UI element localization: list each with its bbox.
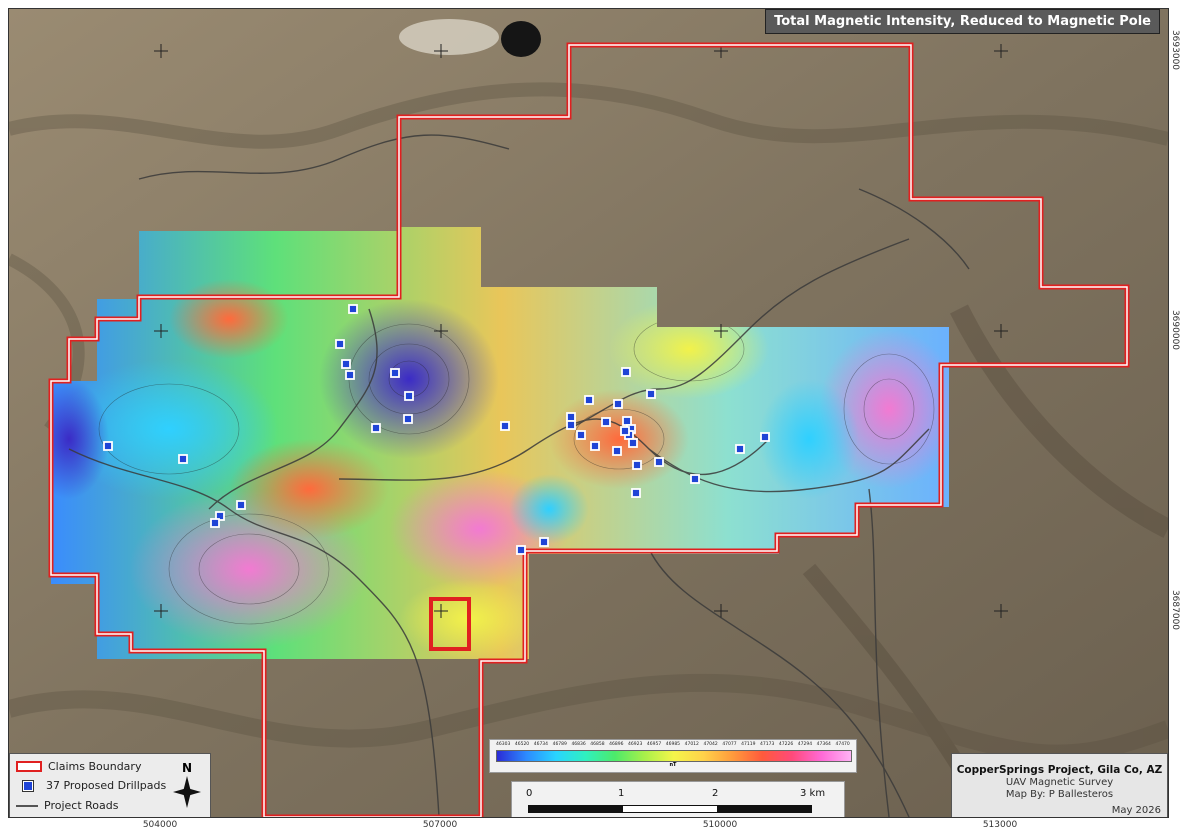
drillpad-marker[interactable] bbox=[631, 488, 641, 498]
easting-label-510000: 510000 bbox=[702, 820, 738, 830]
colorbar-tick: 46896 bbox=[609, 742, 624, 747]
easting-label-504000: 504000 bbox=[142, 820, 178, 830]
drillpad-marker[interactable] bbox=[539, 537, 549, 547]
drillpad-marker[interactable] bbox=[621, 367, 631, 377]
legend: Claims Boundary 37 Proposed Drillpads Pr… bbox=[9, 753, 211, 817]
drillpad-marker[interactable] bbox=[348, 304, 358, 314]
project-title: CopperSprings Project, Gila Co, AZ bbox=[956, 764, 1163, 776]
north-label: N bbox=[182, 761, 192, 775]
legend-roads-label: Project Roads bbox=[44, 799, 119, 812]
drillpad-marker[interactable] bbox=[178, 454, 188, 464]
northing-label-3693000: 3693000 bbox=[1170, 29, 1180, 71]
scale-bar-graphic bbox=[528, 805, 812, 813]
northing-label-3687000: 3687000 bbox=[1170, 589, 1180, 631]
colorbar-tick: 47470 bbox=[835, 742, 850, 747]
drillpad-marker[interactable] bbox=[345, 370, 355, 380]
legend-row-drillpads: 37 Proposed Drillpads bbox=[16, 779, 166, 792]
drillpad-marker[interactable] bbox=[612, 446, 622, 456]
drillpad-marker[interactable] bbox=[103, 441, 113, 451]
drillpad-marker[interactable] bbox=[735, 444, 745, 454]
scale-label-0: 0 bbox=[526, 788, 533, 799]
colorbar-tick: 47042 bbox=[703, 742, 718, 747]
drillpad-marker[interactable] bbox=[646, 389, 656, 399]
drillpad-marker[interactable] bbox=[371, 423, 381, 433]
colorbar-tick: 46985 bbox=[665, 742, 681, 747]
north-arrow-icon: N bbox=[173, 761, 201, 808]
drillpad-marker[interactable] bbox=[690, 474, 700, 484]
colorbar-tick: 46303 bbox=[496, 742, 511, 747]
map-canvas[interactable] bbox=[9, 9, 1168, 817]
tailings bbox=[399, 19, 499, 55]
colorbar-tick: 46836 bbox=[571, 742, 586, 747]
scale-bar: 0 1 2 3 km bbox=[511, 781, 845, 817]
drillpad-marker[interactable] bbox=[620, 426, 630, 436]
colorbar-tick: 46789 bbox=[552, 742, 567, 747]
map-author: Map By: P Ballesteros bbox=[1005, 789, 1114, 800]
colorbar-tick: 46957 bbox=[646, 742, 662, 747]
drillpad-marker[interactable] bbox=[590, 441, 600, 451]
drillpad-marker[interactable] bbox=[613, 399, 623, 409]
map-title: Total Magnetic Intensity, Reduced to Mag… bbox=[765, 9, 1160, 34]
legend-drillpads-label: 37 Proposed Drillpads bbox=[46, 779, 167, 792]
drillpad-marker[interactable] bbox=[335, 339, 345, 349]
colorbar-ticks: 46303 46520 46734 46789 46836 46858 46896 46923… bbox=[496, 742, 850, 747]
drillpad-marker[interactable] bbox=[390, 368, 400, 378]
colorbar-unit: nT bbox=[669, 762, 677, 768]
drillpad-marker[interactable] bbox=[403, 414, 413, 424]
drillpad-marker[interactable] bbox=[760, 432, 770, 442]
scale-label-3: 3 km bbox=[800, 788, 826, 799]
drillpad-marker[interactable] bbox=[566, 412, 576, 422]
drillpad-marker[interactable] bbox=[654, 457, 664, 467]
legend-row-roads: Project Roads bbox=[16, 799, 118, 812]
drillpad-marker[interactable] bbox=[601, 417, 611, 427]
drillpad-marker[interactable] bbox=[516, 545, 526, 555]
drillpad-marker[interactable] bbox=[236, 500, 246, 510]
pit-lake bbox=[501, 21, 541, 57]
colorbar-tick: 46734 bbox=[533, 742, 549, 747]
drillpad-swatch bbox=[22, 779, 34, 792]
drillpad-marker[interactable] bbox=[622, 416, 632, 426]
map-frame[interactable]: Total Magnetic Intensity, Reduced to Mag… bbox=[8, 8, 1169, 818]
colorbar-tick: 46520 bbox=[514, 742, 530, 747]
colorbar-tick: 47364 bbox=[816, 742, 831, 747]
map-date: May 2026 bbox=[1111, 805, 1161, 816]
drillpad-marker[interactable] bbox=[632, 460, 642, 470]
colorbar: 46303 46520 46734 46789 46836 46858 46896 46923… bbox=[489, 739, 857, 773]
legend-row-claims: Claims Boundary bbox=[16, 760, 141, 773]
drillpad-marker[interactable] bbox=[628, 438, 638, 448]
easting-label-507000: 507000 bbox=[422, 820, 458, 830]
easting-label-513000: 513000 bbox=[982, 820, 1018, 830]
colorbar-tick: 47077 bbox=[722, 742, 737, 747]
drillpad-marker[interactable] bbox=[500, 421, 510, 431]
drillpad-marker[interactable] bbox=[210, 518, 220, 528]
colorbar-tick: 46858 bbox=[590, 742, 605, 747]
drillpad-marker[interactable] bbox=[566, 420, 576, 430]
map-info: CopperSprings Project, Gila Co, AZ UAV M… bbox=[951, 753, 1168, 817]
scale-label-1: 1 bbox=[618, 788, 625, 799]
colorbar-tick: 46923 bbox=[628, 742, 643, 747]
drillpad-marker[interactable] bbox=[404, 391, 414, 401]
northing-label-3690000: 3690000 bbox=[1170, 309, 1180, 351]
colorbar-tick: 47119 bbox=[741, 742, 756, 747]
colorbar-tick: 47294 bbox=[797, 742, 813, 747]
survey-type: UAV Magnetic Survey bbox=[1005, 777, 1114, 788]
colorbar-ramp bbox=[496, 750, 852, 762]
legend-claims-label: Claims Boundary bbox=[48, 760, 142, 773]
scale-label-2: 2 bbox=[712, 788, 719, 799]
colorbar-tick: 47226 bbox=[778, 742, 794, 747]
colorbar-tick: 47012 bbox=[684, 742, 699, 747]
drillpad-marker[interactable] bbox=[584, 395, 594, 405]
road-swatch bbox=[16, 804, 38, 807]
claims-swatch bbox=[16, 761, 42, 772]
drillpad-marker[interactable] bbox=[576, 430, 586, 440]
drillpad-marker[interactable] bbox=[341, 359, 351, 369]
colorbar-tick: 47173 bbox=[760, 742, 775, 747]
